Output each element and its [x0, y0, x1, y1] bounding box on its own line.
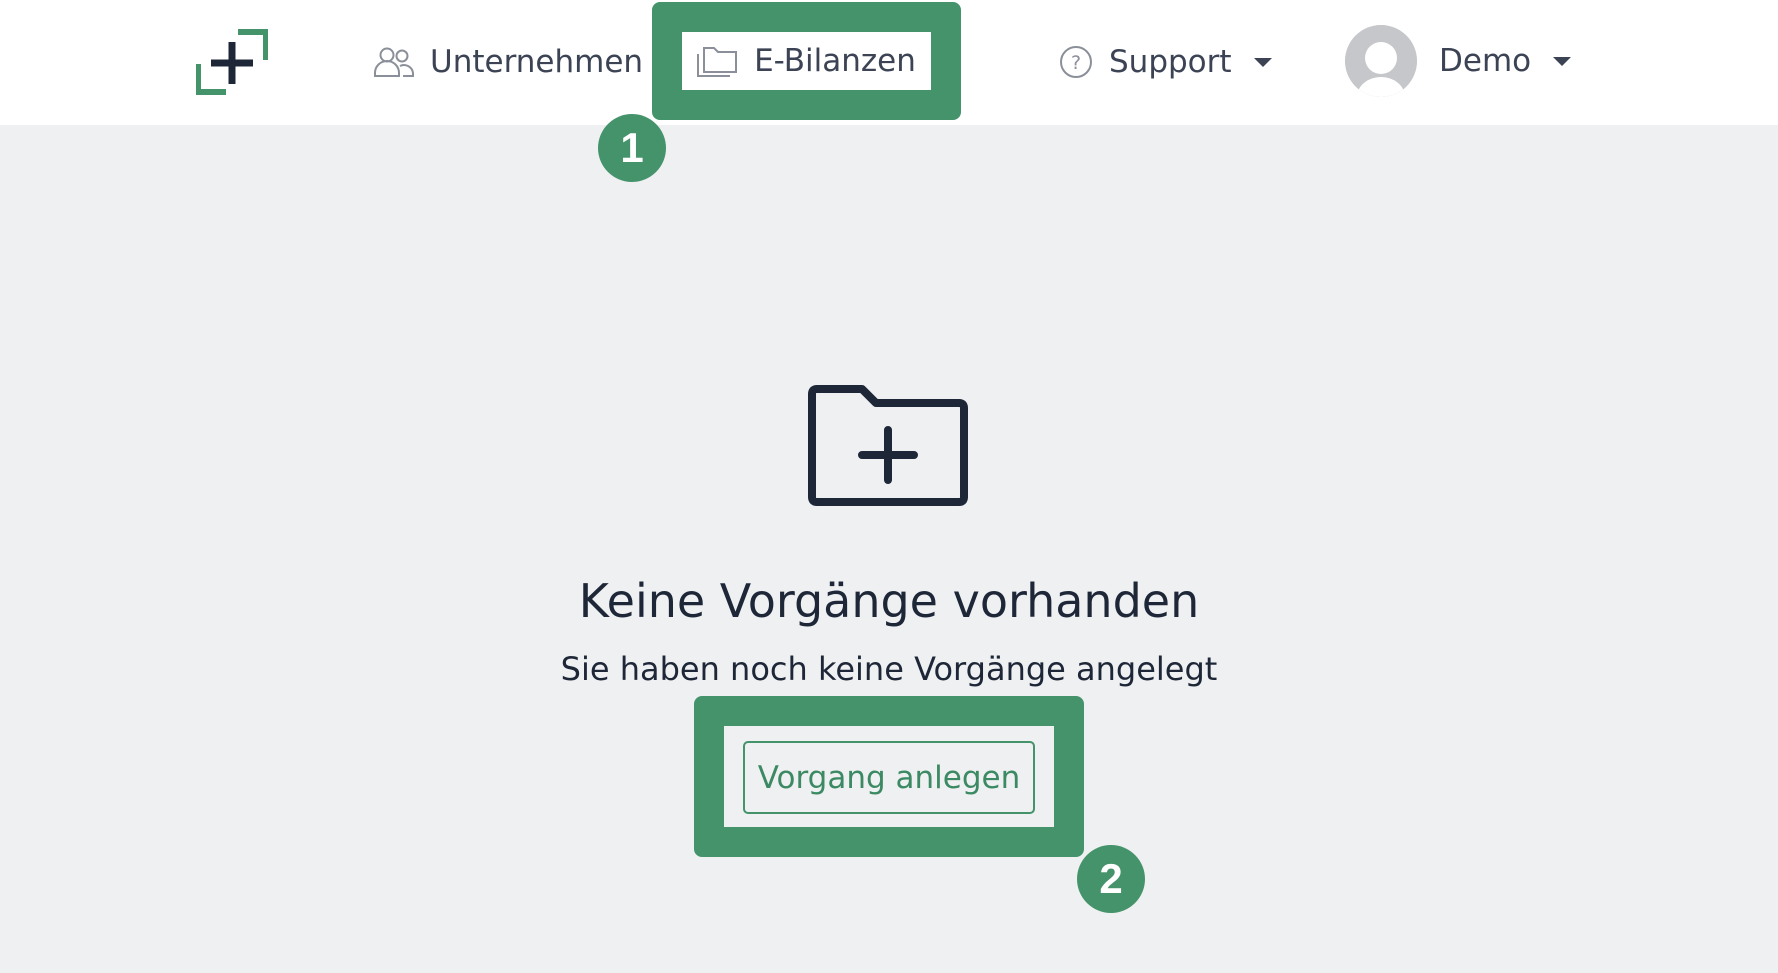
folder-plus-icon	[808, 385, 968, 506]
users-icon	[374, 47, 414, 77]
empty-state-title: Keine Vorgänge vorhanden	[578, 574, 1200, 628]
highlight-frame-1	[652, 2, 961, 120]
nav-item-support[interactable]: ? Support	[1059, 40, 1272, 84]
nav-item-label: Support	[1109, 44, 1232, 80]
step-badge-1: 1	[598, 114, 666, 182]
step-badge-2: 2	[1077, 845, 1145, 913]
avatar	[1345, 25, 1417, 97]
chevron-down-icon	[1253, 57, 1272, 67]
chevron-down-icon	[1553, 56, 1572, 66]
help-circle-icon: ?	[1060, 46, 1092, 78]
empty-state-text: Sie haben noch keine Vorgänge angelegt	[560, 650, 1218, 688]
user-name: Demo	[1439, 43, 1532, 79]
create-process-button[interactable]: Vorgang anlegen	[743, 741, 1035, 814]
page: Unternehmen E-Bilanzen ? Support Demo 1 …	[0, 0, 1778, 973]
nav-item-label: Unternehmen	[430, 44, 644, 80]
user-menu[interactable]: Demo	[1345, 24, 1572, 98]
nav-item-unternehmen[interactable]: Unternehmen	[374, 40, 643, 84]
app-logo-icon[interactable]	[196, 26, 268, 98]
svg-text:?: ?	[1071, 52, 1081, 74]
